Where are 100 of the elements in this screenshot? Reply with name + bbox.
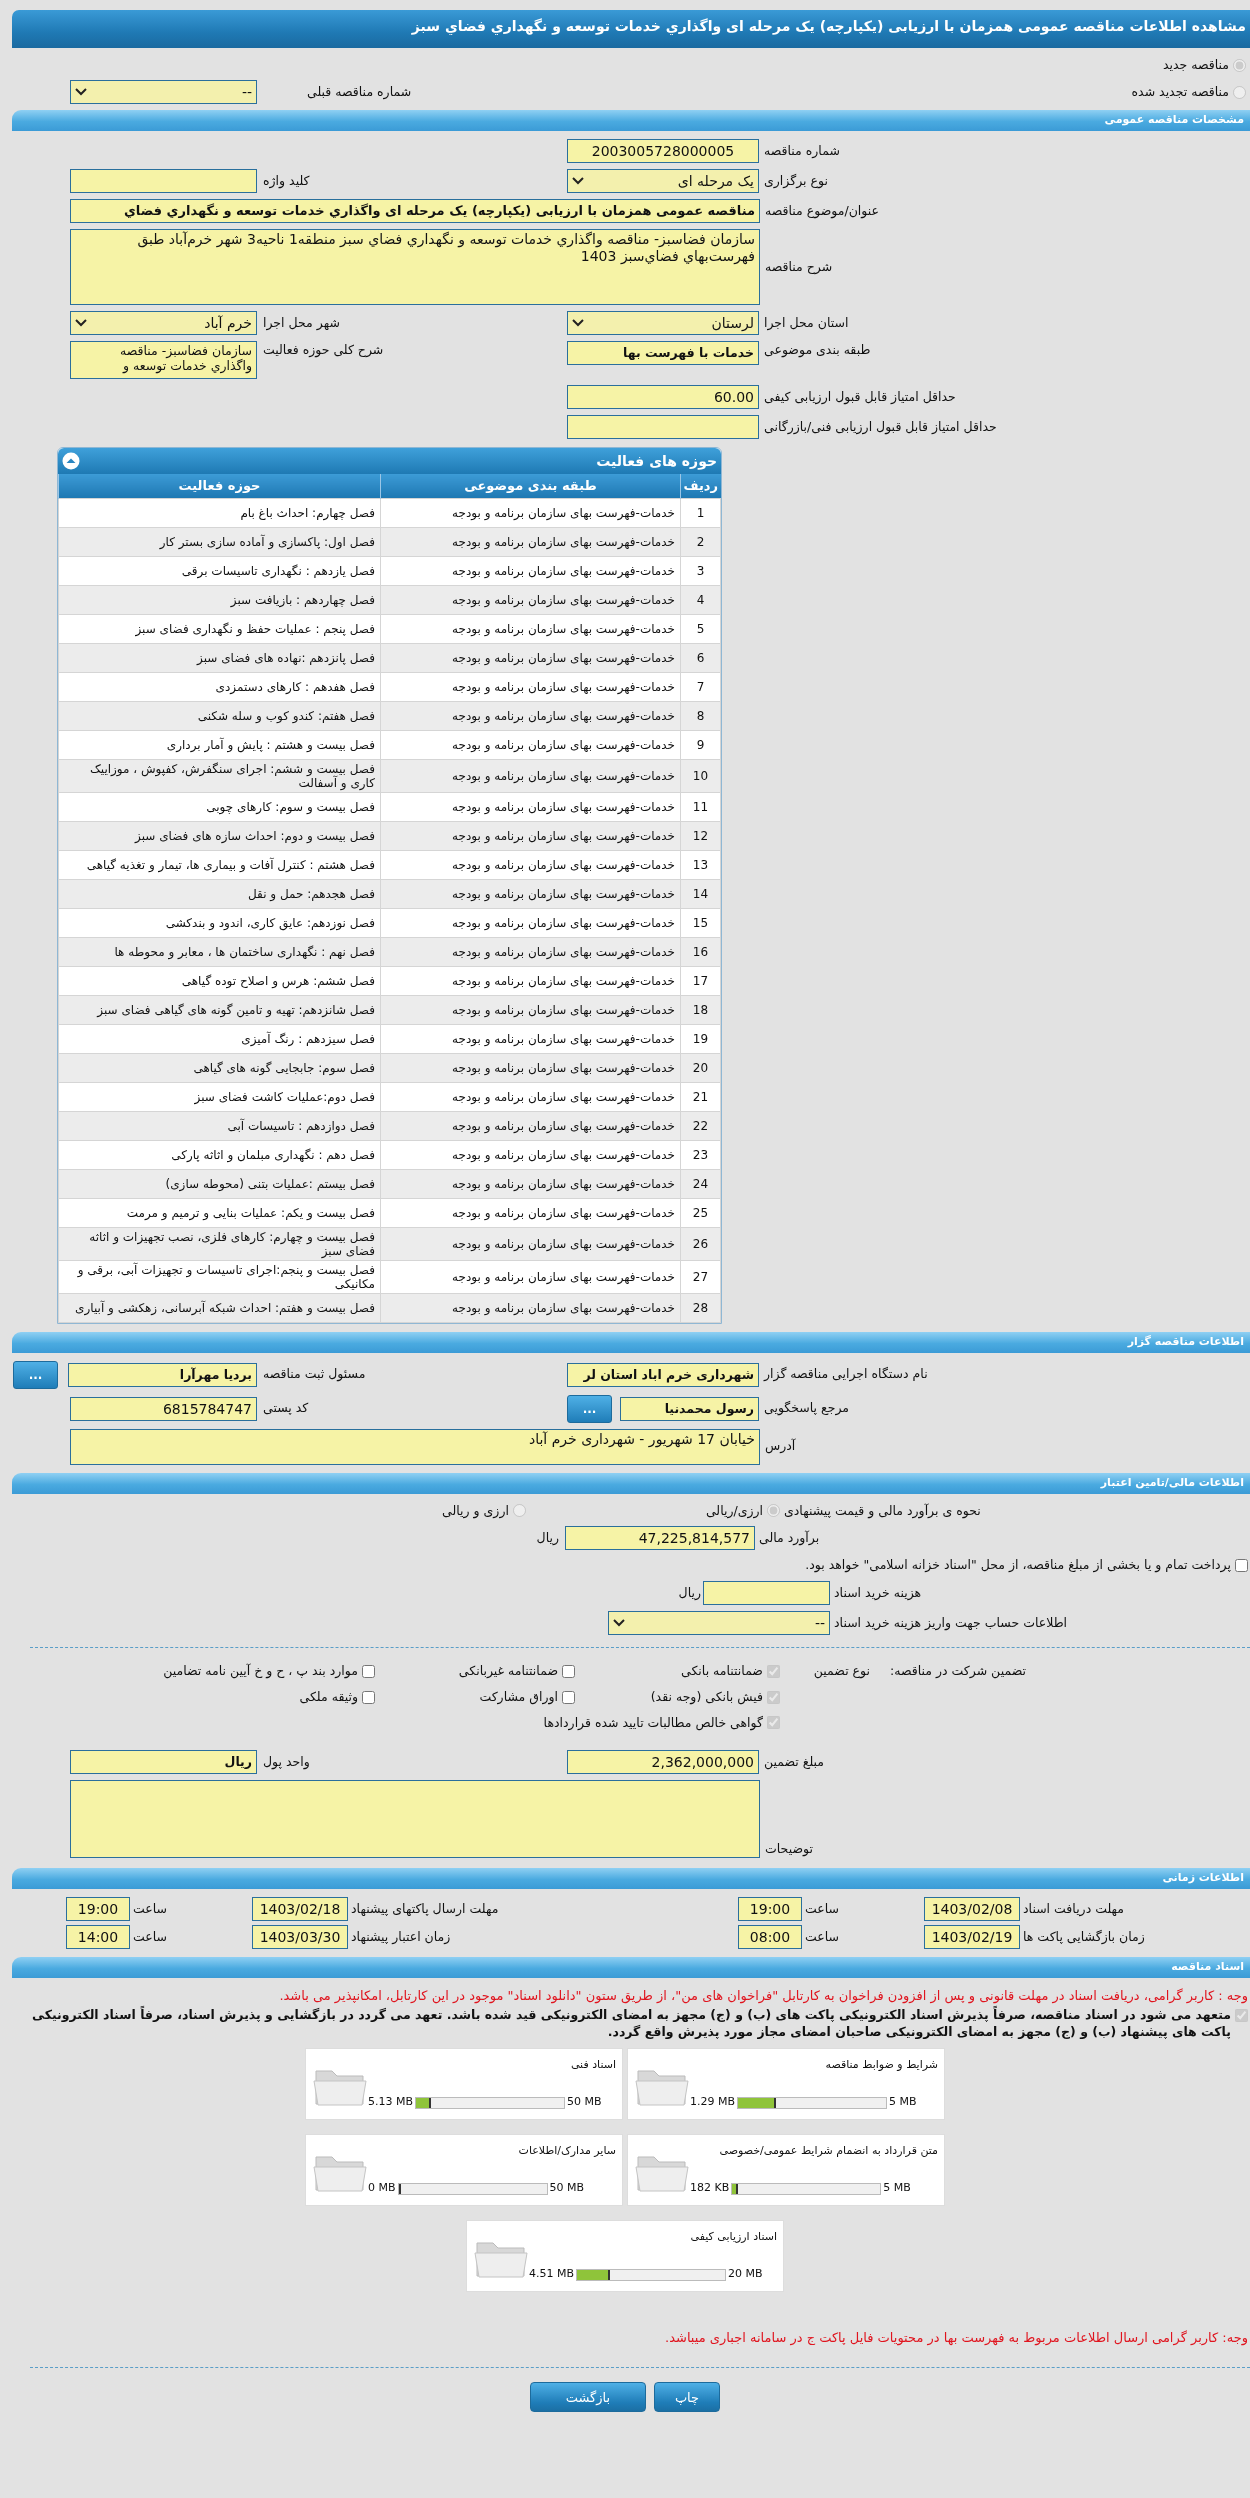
- size-used: 182 KB: [690, 2180, 730, 2197]
- input-field[interactable]: 47,225,814,577: [565, 1526, 755, 1551]
- field-label: مهلت دریافت اسناد: [1022, 1899, 1126, 1919]
- dropdown[interactable]: --: [70, 80, 257, 104]
- field-label: نحوه ی برآورد مالی و قیمت پیشنهادی: [783, 1501, 982, 1521]
- table-cell: خدمات-فهرست بهای سازمان برنامه و بودجه: [380, 850, 681, 879]
- table-cell: فصل شانزدهم: تهیه و تامین گونه های گیاهی فضای سبز: [58, 995, 381, 1024]
- input-field[interactable]: بردیا مهرآرا: [68, 1362, 257, 1387]
- table-cell: 1: [680, 498, 721, 527]
- text-area[interactable]: [70, 1780, 760, 1859]
- document-title: شرایط و ضوابط مناقصه: [824, 2056, 938, 2073]
- field-label: نوع تضمین: [812, 1662, 870, 1681]
- section-header: مشخصات مناقصه عمومی: [12, 110, 1250, 131]
- print-button[interactable]: چاپ: [653, 2382, 721, 2413]
- table-cell: خدمات-فهرست بهای سازمان برنامه و بودجه: [380, 730, 681, 759]
- radio-label: مناقصه تجدید شده: [1131, 82, 1229, 101]
- table-cell: 22: [680, 1111, 721, 1140]
- text-area[interactable]: سازمان فضاسبز- مناقصه واگذاري خدمات توسعه و نگهداري فضاي سبز منطقه1 ناحیه3 شهر خرم‌آباد طبق فهرست‌بهاي فضاي‌سبز 1403: [70, 229, 760, 305]
- table-cell: خدمات-فهرست بهای سازمان برنامه و بودجه: [380, 966, 681, 995]
- dropdown[interactable]: لرستان: [567, 311, 759, 335]
- table-cell: 5: [680, 614, 721, 643]
- table-cell: فصل هفتم: کندو کوب و سله شکنی: [58, 701, 381, 730]
- table-cell: 20: [680, 1053, 721, 1082]
- field-label: توضیحات: [764, 1839, 814, 1859]
- table-cell: فصل بیست و دوم: احداث سازه های فضای سبز: [58, 821, 381, 850]
- table-cell: 18: [680, 995, 721, 1024]
- table-cell: خدمات-فهرست بهای سازمان برنامه و بودجه: [380, 1111, 681, 1140]
- document-title: اسناد فنی: [569, 2056, 616, 2073]
- notice-text: وجه: کاربر گرامی ارسال اطلاعات مربوط به فهرست بها در محتویات فایل پاکت ج در سامانه اجباری میباشد.: [664, 2328, 1249, 2348]
- table-cell: فصل دوازدهم : تاسیسات آبی: [58, 1111, 381, 1140]
- table-cell: 15: [680, 908, 721, 937]
- field-label: ساعت: [804, 1927, 840, 1946]
- field-label: ساعت: [132, 1927, 168, 1946]
- table-cell: خدمات-فهرست بهای سازمان برنامه و بودجه: [380, 556, 681, 585]
- field-label: هزینه خرید اسناد: [833, 1583, 923, 1603]
- checkbox[interactable]: [562, 1690, 575, 1704]
- dropdown[interactable]: --: [608, 1611, 830, 1635]
- table-cell: خدمات-فهرست بهای سازمان برنامه و بودجه: [380, 585, 681, 614]
- table-cell: خدمات-فهرست بهای سازمان برنامه و بودجه: [380, 701, 681, 730]
- input-field[interactable]: 19:00: [66, 1897, 130, 1922]
- input-field[interactable]: رسول محمدنیا: [620, 1396, 759, 1421]
- field-label: شماره مناقصه قبلی: [307, 82, 412, 102]
- section-header: اطلاعات مناقصه گزار: [12, 1331, 1250, 1353]
- more-button[interactable]: ...: [13, 1360, 58, 1389]
- input-field[interactable]: شهرداری خرم اباد استان لر: [567, 1362, 759, 1387]
- field-label: استان محل اجرا: [763, 313, 850, 333]
- input-field[interactable]: ریال: [70, 1750, 257, 1775]
- caret-icon: [572, 319, 584, 327]
- checkbox-label: موارد بند پ ، ح و خ آیین نامه تضامین: [163, 1662, 358, 1681]
- input-field[interactable]: خدمات با فهرست بها: [567, 341, 759, 365]
- input-field[interactable]: 1403/02/19: [924, 1925, 1020, 1950]
- table-cell: فصل بیستم :عملیات بتنی (محوطه سازی): [58, 1169, 381, 1198]
- table-cell: 25: [680, 1198, 721, 1227]
- field-label: زمان بازگشایی پاکت ها: [1022, 1927, 1145, 1947]
- checkbox[interactable]: [1235, 1559, 1248, 1573]
- field-label: تضمین شرکت در مناقصه:: [889, 1662, 1027, 1681]
- input-field[interactable]: 6815784747: [70, 1396, 257, 1421]
- checkbox-label: وثیقه ملکی: [299, 1687, 358, 1707]
- field-label: اطلاعات حساب جهت واریز هزینه خرید اسناد: [833, 1613, 1069, 1633]
- input-field[interactable]: مناقصه عمومی همزمان با ارزیابی (یکپارچه) یک مرحله ای واگذاري خدمات توسعه و نگهداري فضاي: [70, 199, 760, 223]
- field-label: مسئول ثبت مناقصه: [262, 1365, 367, 1384]
- checkbox[interactable]: [562, 1664, 575, 1678]
- size-used: 0 MB: [368, 2180, 396, 2197]
- table-cell: خدمات-فهرست بهای سازمان برنامه و بودجه: [380, 937, 681, 966]
- caret-icon: [75, 319, 87, 327]
- input-field[interactable]: 14:00: [66, 1925, 130, 1950]
- table-cell: خدمات-فهرست بهای سازمان برنامه و بودجه: [380, 1293, 681, 1322]
- input-field[interactable]: 08:00: [738, 1925, 802, 1950]
- table-cell: خدمات-فهرست بهای سازمان برنامه و بودجه: [380, 1024, 681, 1053]
- field-label: مرجع پاسخگویی: [763, 1399, 851, 1418]
- table-cell: 3: [680, 556, 721, 585]
- page-title: مشاهده اطلاعات مناقصه عمومی همزمان با ارزیابی (یکپارچه) یک مرحله ای واگذاري خدمات توسعه و نگهداري فضاي سبز: [12, 10, 1250, 48]
- dropdown[interactable]: خرم آباد: [70, 311, 257, 335]
- input-field[interactable]: 1403/02/08: [924, 1897, 1020, 1922]
- checkbox[interactable]: [362, 1664, 375, 1678]
- text-area[interactable]: سازمان فضاسبز- مناقصه واگذاري خدمات توسعه و: [70, 341, 257, 379]
- caret-icon: [75, 88, 87, 96]
- input-field[interactable]: 2,362,000,000: [567, 1750, 759, 1775]
- input-field[interactable]: 1403/02/18: [252, 1897, 348, 1922]
- input-field[interactable]: 1403/03/30: [252, 1925, 348, 1950]
- pledge-text: متعهد می شود در اسناد مناقصه، صرفاً پذیرش اسناد الکترونیکی پاکت های (ب) و (ج) مجهز به امضای الکترونیکی قید شده باشد. تعهد می گردد در بازگشایی و پذیرش اسناد، صرفاً اسناد الکترونیکی پاکت های پیشنهاد (ب) و (ج) مجهز به امضای الکترونیکی صاحبان امضای مجاز مورد پذیرش واقع گردد.: [31, 2005, 1231, 2040]
- table-cell: فصل بیست و یکم: عملیات بنایی و ترمیم و مرمت: [58, 1198, 381, 1227]
- table-cell: خدمات-فهرست بهای سازمان برنامه و بودجه: [380, 1198, 681, 1227]
- input-field[interactable]: [703, 1581, 830, 1605]
- field-label: شرح مناقصه: [764, 257, 834, 277]
- checkbox[interactable]: [362, 1690, 375, 1704]
- more-button[interactable]: ...: [567, 1394, 612, 1423]
- input-field[interactable]: 60.00: [567, 385, 759, 409]
- input-field[interactable]: [567, 415, 759, 439]
- input-field[interactable]: 19:00: [738, 1897, 802, 1922]
- text-area[interactable]: خیابان 17 شهریور - شهرداری خرم آباد: [70, 1428, 760, 1465]
- input-field[interactable]: [70, 169, 257, 193]
- dropdown[interactable]: یک مرحله ای: [567, 169, 759, 193]
- input-field[interactable]: 2003005728000005: [567, 139, 759, 163]
- back-button[interactable]: بازگشت: [529, 2382, 646, 2413]
- table-cell: خدمات-فهرست بهای سازمان برنامه و بودجه: [380, 527, 681, 556]
- table-cell: 21: [680, 1082, 721, 1111]
- table-cell: فصل بیست و هشتم : پایش و آمار برداری: [58, 730, 381, 759]
- table-cell: 26: [680, 1227, 721, 1260]
- size-used: 5.13 MB: [368, 2094, 414, 2111]
